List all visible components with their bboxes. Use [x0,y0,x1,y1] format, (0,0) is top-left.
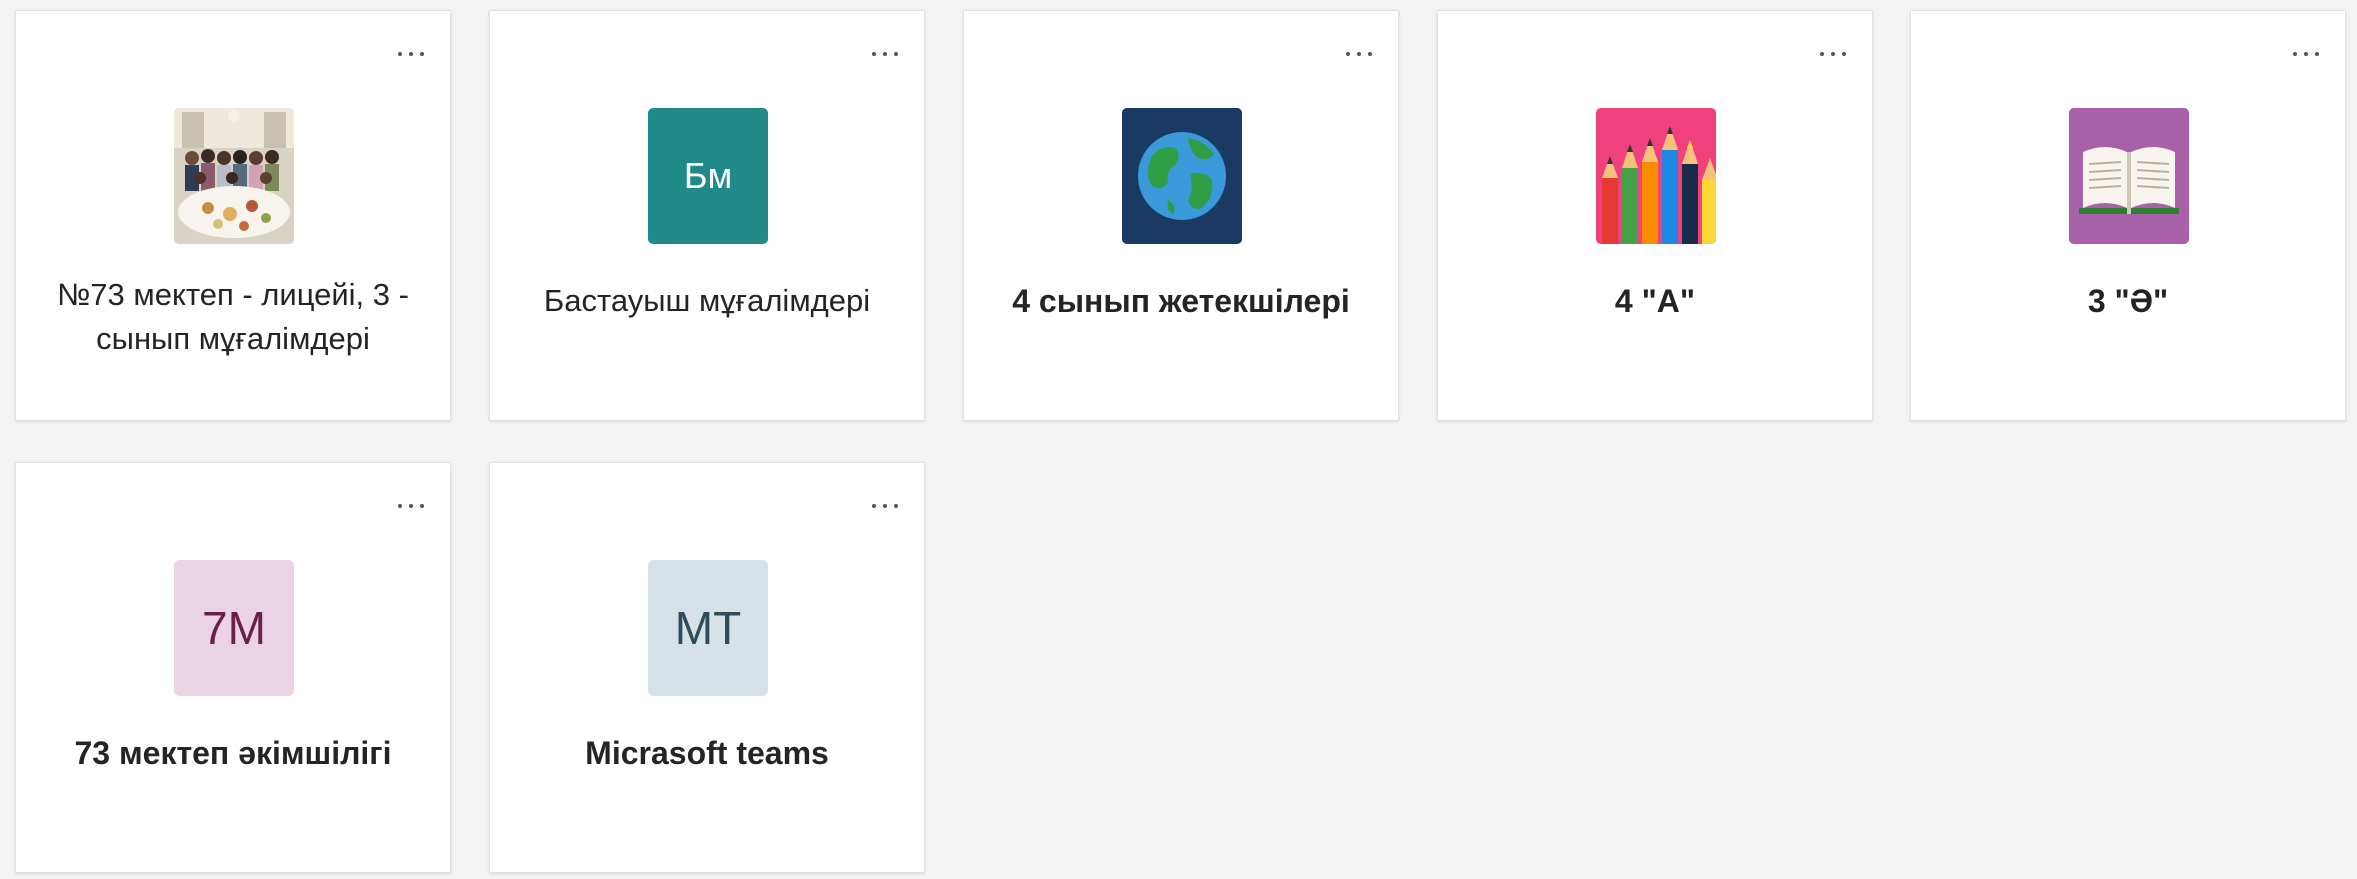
team-initials: Бм [683,155,733,196]
book-icon [2069,108,2189,244]
more-options-icon[interactable] [2293,47,2319,61]
team-name: 4 "А" [1614,283,1696,319]
team-name: №73 мектеп - лицейі, 3 - сынып мұғалімде… [57,277,409,356]
globe-icon [1122,108,1242,244]
team-card-4a[interactable]: 4 "А" [1437,10,1873,421]
team-card-73-3-teachers[interactable]: №73 мектеп - лицейі, 3 - сынып мұғалімде… [15,10,451,421]
team-name: Micrasoft teams [585,735,829,771]
team-card-73-administration[interactable]: 7М 73 мектеп әкімшілігі [15,462,451,873]
more-options-icon[interactable] [1346,47,1372,61]
pencils-icon [1596,108,1716,244]
more-options-icon[interactable] [1820,47,1846,61]
team-name: Бастауыш мұғалімдері [543,283,871,318]
initials-icon: Бм [648,108,768,244]
initials-icon: 7М [174,560,294,696]
more-options-icon[interactable] [398,47,424,61]
team-card-grade4-leaders[interactable]: 4 сынып жетекшілері [963,10,1399,421]
team-card-3ae[interactable]: 3 "Ә" [1910,10,2346,421]
team-card-micrasoft-teams[interactable]: МТ Micrasoft teams [489,462,925,873]
team-initials: МТ [674,602,742,654]
initials-icon: МТ [648,560,768,696]
group-photo-icon [174,108,294,244]
team-card-primary-teachers[interactable]: Бм Бастауыш мұғалімдері [489,10,925,421]
teams-grid: №73 мектеп - лицейі, 3 - сынып мұғалімде… [0,0,2357,879]
more-options-icon[interactable] [872,499,898,513]
more-options-icon[interactable] [398,499,424,513]
team-name: 3 "Ә" [2087,283,2169,319]
team-name: 4 сынып жетекшілері [1012,283,1350,319]
team-initials: 7М [202,602,266,654]
team-name: 73 мектеп әкімшілігі [74,735,392,771]
more-options-icon[interactable] [872,47,898,61]
